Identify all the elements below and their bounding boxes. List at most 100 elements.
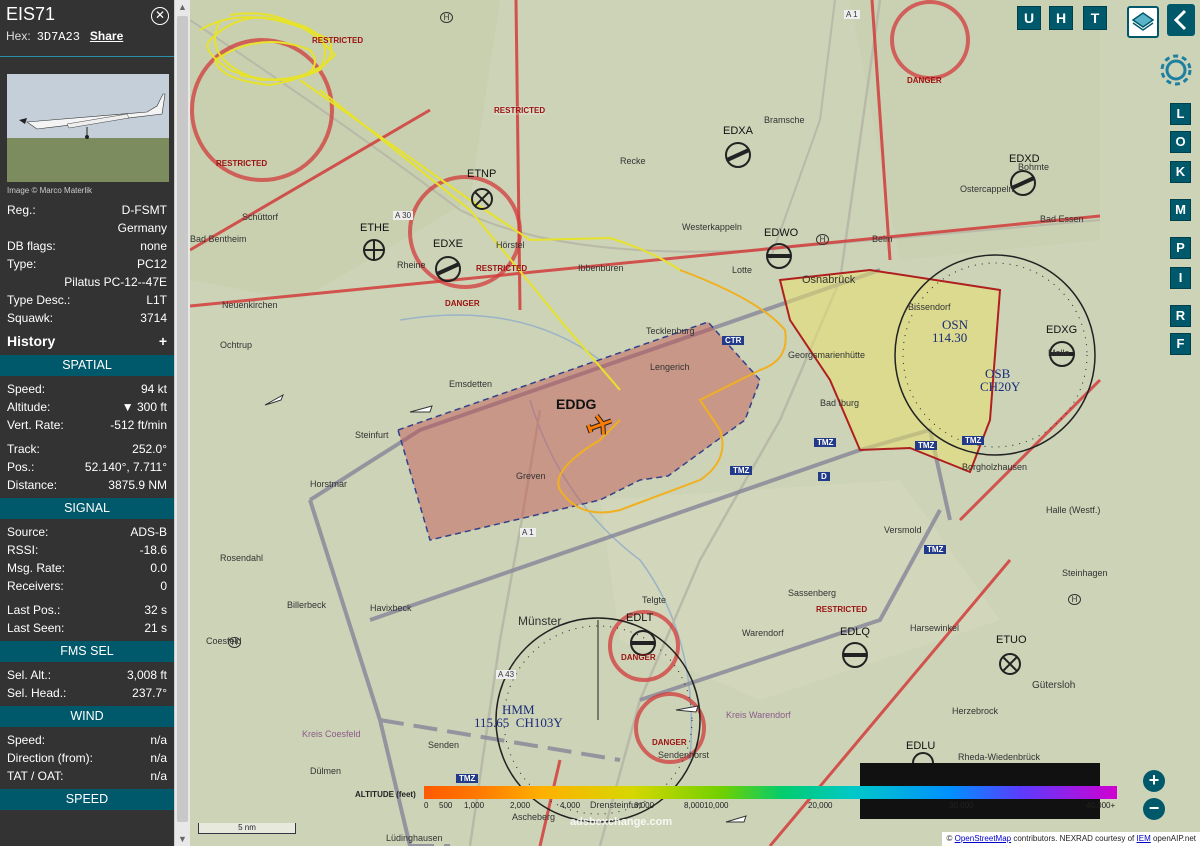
signal-key: RSSI:: [7, 543, 39, 557]
layers-button[interactable]: [1127, 6, 1159, 38]
signal-value: ADS-B: [130, 525, 167, 539]
info-value: Germany: [117, 221, 167, 235]
info-key: Type:: [7, 257, 37, 271]
map-canvas[interactable]: [190, 0, 1200, 846]
section-speed[interactable]: SPEED: [0, 789, 174, 810]
map-attribution: © OpenStreetMap contributors. NEXRAD cou…: [942, 832, 1200, 846]
section-wind[interactable]: WIND: [0, 706, 174, 727]
spatial-row: Track: 252.0°: [0, 440, 174, 458]
fms-value: 3,008 ft: [126, 668, 167, 682]
osm-link[interactable]: OpenStreetMap: [955, 834, 1011, 843]
signal-key: Source:: [7, 525, 49, 539]
button-f[interactable]: F: [1170, 333, 1191, 355]
scroll-up-icon[interactable]: ▲: [178, 2, 187, 12]
altitude-tick: 6,000: [634, 801, 655, 810]
spatial-row: Speed: 94 kt: [0, 380, 174, 398]
wind-value: n/a: [150, 769, 167, 783]
plus-icon[interactable]: +: [159, 331, 167, 351]
button-k[interactable]: K: [1170, 161, 1191, 183]
scale-bar: 5 nm: [198, 823, 296, 834]
fms-value: 237.7°: [132, 686, 167, 700]
button-m[interactable]: M: [1170, 199, 1191, 221]
aircraft-photo[interactable]: [7, 74, 169, 182]
altitude-tick: 4,000: [560, 801, 581, 810]
button-t[interactable]: T: [1083, 6, 1107, 30]
button-i[interactable]: I: [1170, 267, 1191, 289]
hex-label: Hex:: [6, 29, 31, 43]
fms-row: Sel. Head.: 237.7°: [0, 684, 174, 702]
close-icon[interactable]: ✕: [151, 7, 169, 25]
button-u[interactable]: U: [1017, 6, 1041, 30]
altitude-tick: 2,000: [510, 801, 531, 810]
settings-button[interactable]: [1156, 50, 1196, 90]
iem-link[interactable]: IEM: [1137, 834, 1151, 843]
button-h[interactable]: H: [1049, 6, 1073, 30]
info-row-typedesc: Type Desc.: L1T: [0, 291, 174, 309]
wind-row: Direction (from): n/a: [0, 749, 174, 767]
sidebar-scrollbar[interactable]: ▲ ▼: [174, 0, 191, 846]
fms-row: Sel. Alt.: 3,008 ft: [0, 666, 174, 684]
info-row-type-name: Pilatus PC-12--47E: [0, 273, 174, 291]
photo-credit: Image © Marco Materlik: [7, 186, 93, 195]
signal-key: Msg. Rate:: [7, 561, 66, 575]
spatial-key: Pos.:: [7, 460, 35, 474]
altitude-legend-label: ALTITUDE (feet): [355, 790, 416, 799]
altitude-tick: 10,000: [704, 801, 729, 810]
spatial-key: Track:: [7, 442, 40, 456]
info-row-country: Germany: [0, 219, 174, 237]
button-r[interactable]: R: [1170, 305, 1191, 327]
wind-row: TAT / OAT: n/a: [0, 767, 174, 785]
history-toggle[interactable]: History +: [0, 331, 174, 351]
info-key: Type Desc.:: [7, 293, 71, 307]
altitude-tick: 20,000: [808, 801, 833, 810]
altitude-legend: ALTITUDE (feet) 0 500 1,000 2,000 4,000 …: [355, 781, 1120, 819]
button-o[interactable]: O: [1170, 131, 1191, 153]
info-key: DB flags:: [7, 239, 56, 253]
signal-value: 32 s: [144, 603, 167, 617]
signal-row: Receivers: 0: [0, 577, 174, 595]
info-row-squawk: Squawk: 3714: [0, 309, 174, 327]
info-rows: Reg.: D-FSMT Germany DB flags: none Type: P…: [0, 201, 174, 327]
signal-value: 21 s: [144, 621, 167, 635]
hex-value: 3D7A23: [36, 30, 80, 44]
aircraft-info-panel: EIS71 Hex: 3D7A23 Share ✕ Image © Marco Ma…: [0, 0, 174, 846]
attrib-prefix: ©: [946, 834, 953, 843]
section-signal[interactable]: SIGNAL: [0, 498, 174, 519]
share-link[interactable]: Share: [90, 29, 123, 43]
altitude-tick: 1,000: [464, 801, 485, 810]
wind-value: n/a: [150, 733, 167, 747]
info-value: L1T: [146, 293, 167, 307]
spatial-value: ▼ 300 ft: [121, 400, 167, 414]
signal-value: -18.6: [139, 543, 167, 557]
collapse-button[interactable]: [1167, 4, 1195, 36]
info-row-reg: Reg.: D-FSMT: [0, 201, 174, 219]
attrib-mid: contributors. NEXRAD courtesy of: [1013, 834, 1135, 843]
spatial-row: Altitude: ▼ 300 ft: [0, 398, 174, 416]
altitude-tick: 500: [439, 801, 453, 810]
spatial-row: Pos.: 52.140°, 7.711°: [0, 458, 174, 476]
signal-row: RSSI: -18.6: [0, 541, 174, 559]
info-key: Reg.:: [7, 203, 36, 217]
zoom-out-button[interactable]: −: [1143, 798, 1165, 820]
info-row-dbflags: DB flags: none: [0, 237, 174, 255]
info-value: PC12: [136, 257, 167, 271]
aircraft-header: EIS71 Hex: 3D7A23 Share ✕: [0, 0, 174, 57]
scroll-down-icon[interactable]: ▼: [178, 834, 187, 844]
section-spatial[interactable]: SPATIAL: [0, 355, 174, 376]
scrollbar-thumb[interactable]: [177, 16, 188, 822]
zoom-in-button[interactable]: +: [1143, 770, 1165, 792]
map-view[interactable]: RESTRICTED RESTRICTED RESTRICTED RESTRIC…: [190, 0, 1200, 846]
altitude-tick: 0: [424, 801, 429, 810]
info-value: Pilatus PC-12--47E: [64, 275, 167, 289]
altitude-tick: 8,000: [684, 801, 705, 810]
signal-value: 0: [160, 579, 167, 593]
spatial-value: 52.140°, 7.711°: [84, 460, 167, 474]
wind-key: Direction (from):: [7, 751, 94, 765]
button-p[interactable]: P: [1170, 237, 1191, 259]
section-fms[interactable]: FMS SEL: [0, 641, 174, 662]
spatial-key: Distance:: [7, 478, 58, 492]
spatial-value: 3875.9 NM: [108, 478, 167, 492]
wind-row: Speed: n/a: [0, 731, 174, 749]
button-l[interactable]: L: [1170, 103, 1191, 125]
callsign: EIS71: [6, 4, 56, 24]
